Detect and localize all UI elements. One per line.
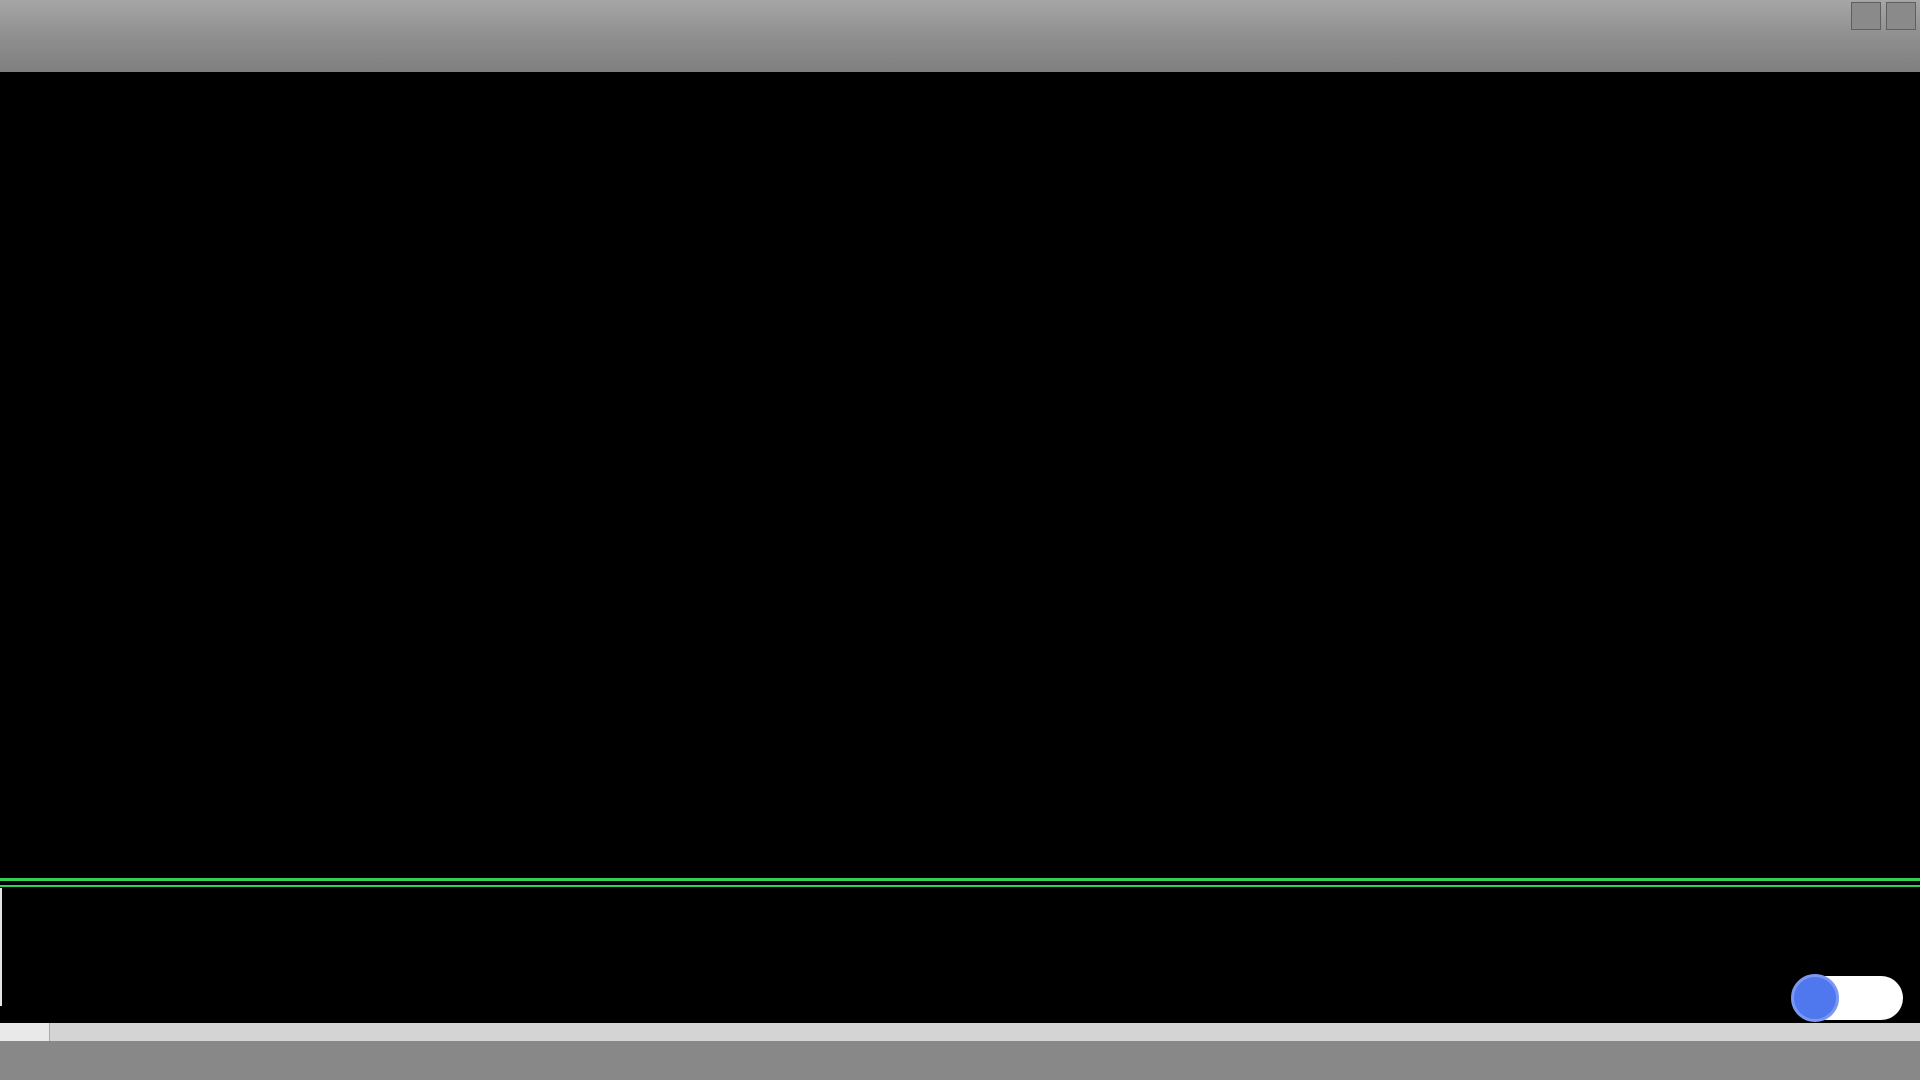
nesting-canvas-drawing bbox=[0, 72, 1920, 878]
scroll-right-button[interactable] bbox=[1870, 1023, 1920, 1041]
piece-list bbox=[0, 888, 2, 1006]
window-controls bbox=[1851, 2, 1916, 30]
minimize-button[interactable] bbox=[1851, 2, 1881, 30]
strip-divider bbox=[0, 885, 1920, 887]
horizontal-scrollbar[interactable] bbox=[0, 1023, 1920, 1041]
status-bar bbox=[0, 1041, 1920, 1080]
close-button[interactable] bbox=[1886, 2, 1916, 30]
memory-badge bbox=[1793, 976, 1903, 1020]
toolbar bbox=[0, 0, 1920, 72]
nesting-canvas[interactable] bbox=[0, 72, 1920, 878]
memory-percent-badge bbox=[1791, 974, 1839, 1022]
piece-strip bbox=[0, 878, 1920, 1003]
scroll-left-button[interactable] bbox=[0, 1023, 50, 1041]
